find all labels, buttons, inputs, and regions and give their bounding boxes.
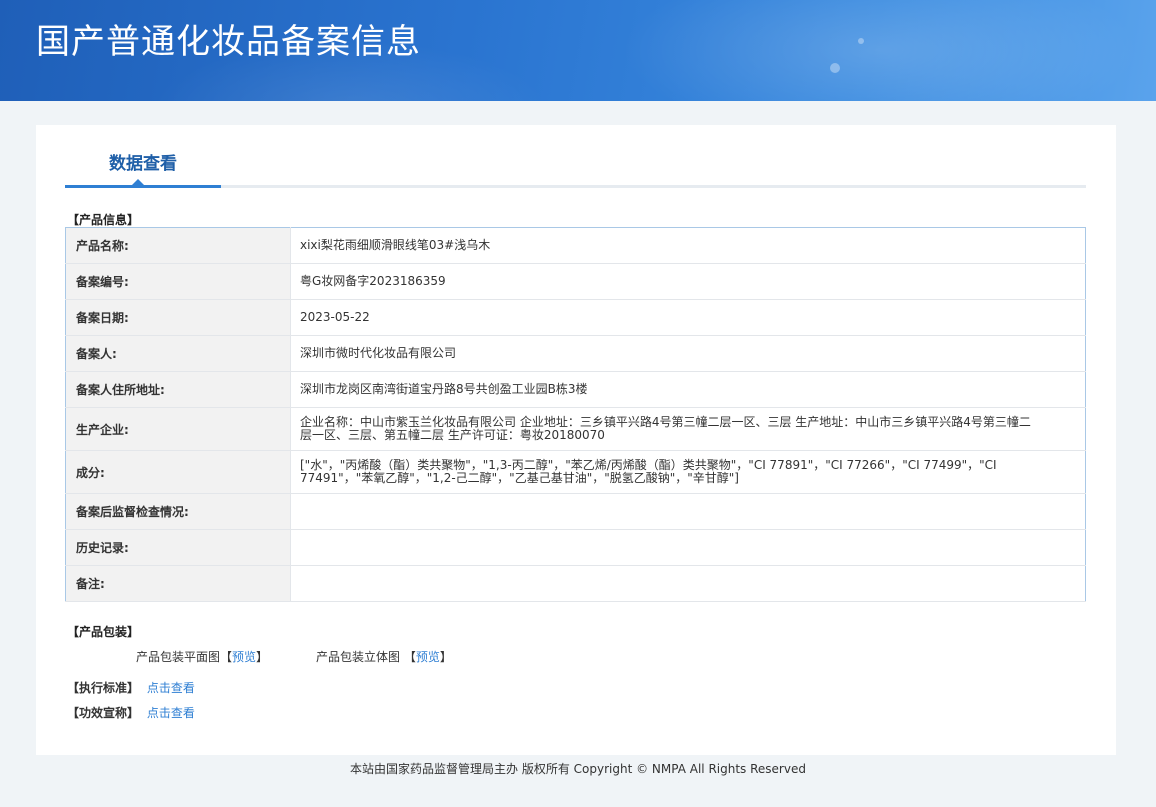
bracket-open: 【 [403, 650, 416, 664]
banner-dot [830, 63, 840, 73]
tab-caret-icon [132, 179, 144, 185]
row-key: 产品名称: [65, 227, 291, 264]
packaging-flat: 产品包装平面图【预览】 [136, 648, 268, 665]
product-info-table: 产品名称: xixi梨花雨细顺滑眼线笔03#浅乌木 备案编号: 粤G妆网备字20… [65, 227, 1086, 602]
row-value: 深圳市龙岗区南湾街道宝丹路8号共创盈工业园B栋3楼 [290, 371, 1086, 408]
standard-view-link[interactable]: 点击查看 [147, 681, 195, 695]
row-key: 备案人住所地址: [65, 371, 291, 408]
table-row: 备案编号: 粤G妆网备字2023186359 [65, 263, 1086, 300]
preview-solid-link[interactable]: 预览 [416, 650, 440, 664]
table-row: 备案后监督检查情况: [65, 493, 1086, 530]
packaging-flat-label: 产品包装平面图 [136, 650, 221, 664]
banner-glow [620, 0, 1140, 101]
row-key: 备案人: [65, 335, 291, 372]
table-row: 成分: ["水"，"丙烯酸（酯）类共聚物"，"1,3-丙二醇"，"苯乙烯/丙烯酸… [65, 450, 1086, 494]
bracket-open: 【 [220, 650, 233, 664]
table-row: 生产企业: 企业名称：中山市紫玉兰化妆品有限公司 企业地址：三乡镇平兴路4号第三… [65, 407, 1086, 451]
standard-title: 【执行标准】 [67, 681, 140, 695]
bracket-close: 】 [439, 650, 452, 664]
tab-data-view[interactable]: 数据查看 [65, 149, 221, 174]
claims-view-link[interactable]: 点击查看 [147, 706, 195, 720]
table-row: 备案人: 深圳市微时代化妆品有限公司 [65, 335, 1086, 372]
content-card: 数据查看 【产品信息】 产品名称: xixi梨花雨细顺滑眼线笔03#浅乌木 备案… [36, 125, 1116, 755]
packaging-solid: 产品包装立体图 【预览】 [316, 648, 452, 665]
row-value: 粤G妆网备字2023186359 [290, 263, 1086, 300]
product-info-title: 【产品信息】 [67, 213, 140, 227]
tab-active-underline [65, 185, 221, 188]
row-value: 深圳市微时代化妆品有限公司 [290, 335, 1086, 372]
row-value: 2023-05-22 [290, 299, 1086, 336]
row-value [290, 493, 1086, 530]
row-value: 企业名称：中山市紫玉兰化妆品有限公司 企业地址：三乡镇平兴路4号第三幢二层一区、… [290, 407, 1086, 451]
row-value: xixi梨花雨细顺滑眼线笔03#浅乌木 [290, 227, 1086, 264]
table-row: 备案日期: 2023-05-22 [65, 299, 1086, 336]
row-key: 生产企业: [65, 407, 291, 451]
table-row: 备注: [65, 565, 1086, 602]
claims-row: 【功效宣称】 点击查看 [67, 704, 195, 721]
row-key: 备案后监督检查情况: [65, 493, 291, 530]
packaging-solid-label: 产品包装立体图 [316, 650, 401, 664]
standard-row: 【执行标准】 点击查看 [67, 679, 195, 696]
row-key: 成分: [65, 450, 291, 494]
row-key: 备案日期: [65, 299, 291, 336]
packaging-title: 【产品包装】 [67, 625, 140, 639]
row-key: 备案编号: [65, 263, 291, 300]
footer-copyright: 本站由国家药品监督管理局主办 版权所有 Copyright © NMPA All… [350, 762, 806, 776]
header-banner: 国产普通化妆品备案信息 [0, 0, 1156, 101]
claims-title: 【功效宣称】 [67, 706, 140, 720]
row-value [290, 565, 1086, 602]
preview-flat-link[interactable]: 预览 [232, 650, 256, 664]
bracket-close: 】 [256, 650, 269, 664]
row-value [290, 529, 1086, 566]
page-title: 国产普通化妆品备案信息 [36, 22, 421, 62]
table-row: 备案人住所地址: 深圳市龙岗区南湾街道宝丹路8号共创盈工业园B栋3楼 [65, 371, 1086, 408]
table-row: 历史记录: [65, 529, 1086, 566]
row-value: ["水"，"丙烯酸（酯）类共聚物"，"1,3-丙二醇"，"苯乙烯/丙烯酸（酯）类… [290, 450, 1086, 494]
table-row: 产品名称: xixi梨花雨细顺滑眼线笔03#浅乌木 [65, 227, 1086, 264]
row-key: 备注: [65, 565, 291, 602]
row-key: 历史记录: [65, 529, 291, 566]
banner-dot [858, 38, 864, 44]
